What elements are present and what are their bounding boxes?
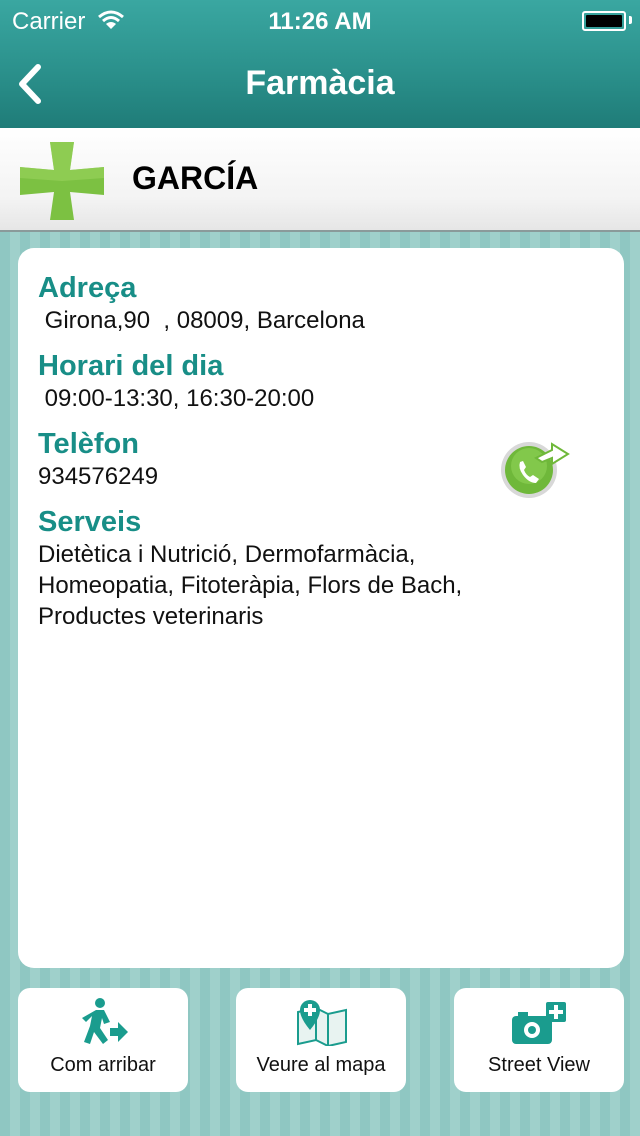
call-phone-icon[interactable] <box>496 438 570 500</box>
walking-person-icon <box>82 998 128 1044</box>
address-label: Adreça <box>38 272 137 304</box>
services-value: Dietètica i Nutrició, Dermofarmàcia, Hom… <box>38 539 462 632</box>
services-line: Dietètica i Nutrició, Dermofarmàcia, <box>38 541 416 568</box>
services-line: Productes veterinaris <box>38 603 264 630</box>
action-buttons: Com arribar Veure al mapa Street View <box>0 988 640 1092</box>
directions-button[interactable]: Com arribar <box>18 988 188 1092</box>
details-card: Adreça Girona,90 , 08009, Barcelona Hora… <box>18 248 624 968</box>
page-title: Farmàcia <box>245 64 395 102</box>
phone-value: 934576249 <box>38 463 159 490</box>
services-line: Homeopatia, Fitoteràpia, Flors de Bach, <box>38 572 463 599</box>
directions-label: Com arribar <box>50 1054 156 1076</box>
street-view-label: Street View <box>488 1054 590 1076</box>
address-value: Girona,90 , 08009, Barcelona <box>38 307 365 334</box>
navigation-bar: Carrier 11:26 AM Farmàcia <box>0 0 640 128</box>
battery-icon <box>582 11 626 31</box>
services-label: Serveis <box>38 506 142 538</box>
pharmacy-name: GARCÍA <box>132 160 259 196</box>
pharmacy-cross-icon <box>20 142 104 220</box>
status-bar: Carrier 11:26 AM <box>0 0 640 40</box>
pharmacy-header: GARCÍA <box>0 128 640 232</box>
battery-cap <box>629 16 632 24</box>
camera-icon <box>512 1002 566 1044</box>
clock: 11:26 AM <box>268 8 372 35</box>
phone-label: Telèfon <box>38 428 139 460</box>
street-view-button[interactable]: Street View <box>454 988 624 1092</box>
view-map-label: Veure al mapa <box>256 1054 386 1076</box>
map-pin-icon <box>297 1000 347 1046</box>
view-map-button[interactable]: Veure al mapa <box>236 988 406 1092</box>
hours-value: 09:00-13:30, 16:30-20:00 <box>38 385 315 412</box>
hours-label: Horari del dia <box>38 350 224 382</box>
